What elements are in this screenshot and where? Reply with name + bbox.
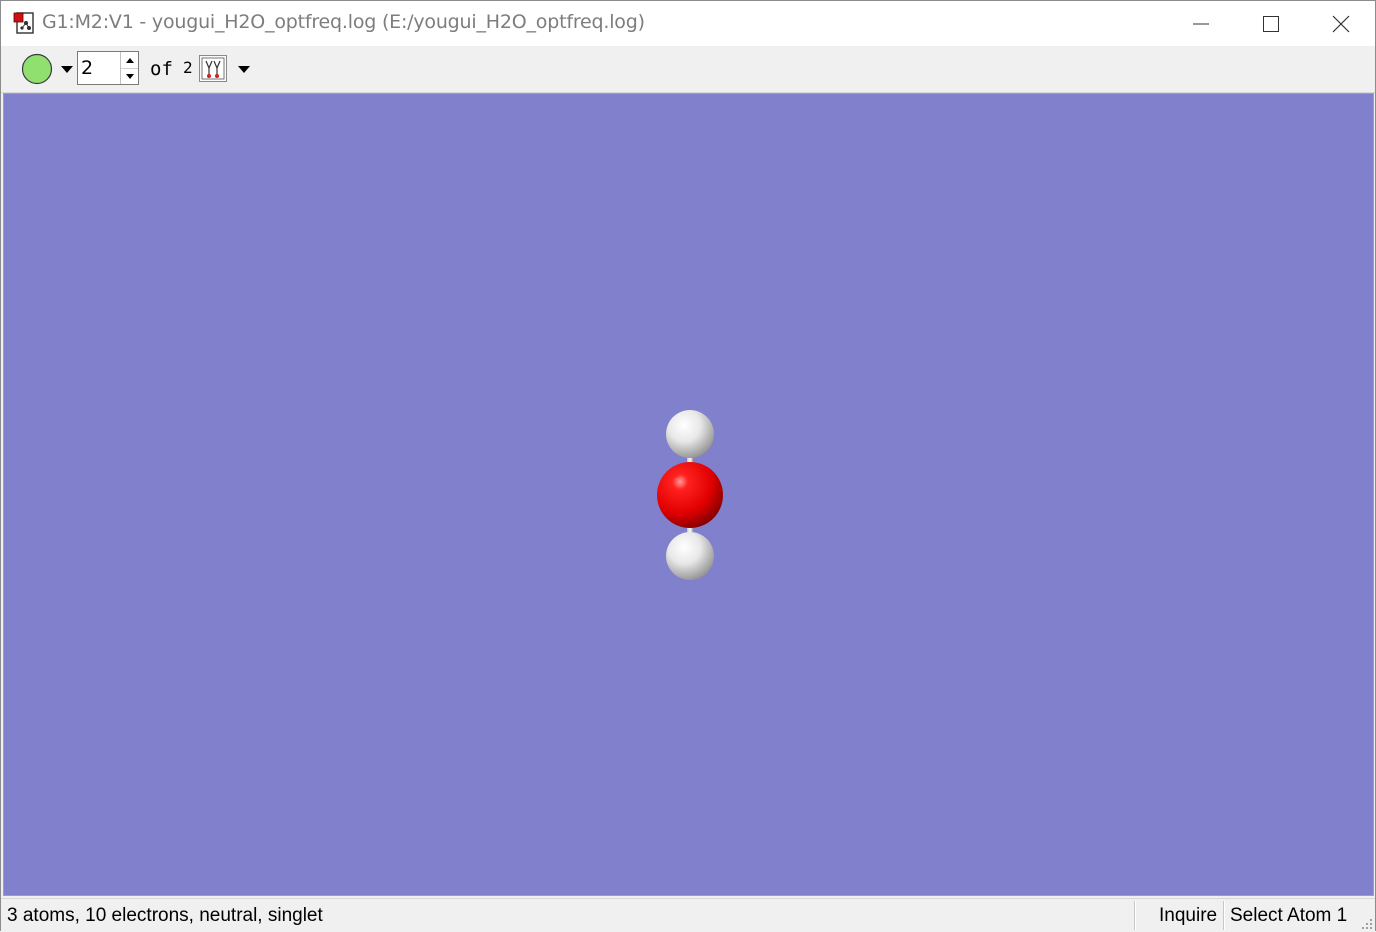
title-bar[interactable]: G1:M2:V1 - yougui_H2O_optfreq.log (E:/yo… (1, 1, 1375, 46)
status-divider (1223, 901, 1225, 930)
minimize-icon (1193, 23, 1209, 24)
toolbar: of 2 (1, 46, 1375, 93)
spin-up-button[interactable] (121, 52, 138, 69)
status-bar: 3 atoms, 10 electrons, neutral, singlet … (1, 898, 1375, 932)
hydrogen-atom-2[interactable] (666, 532, 714, 580)
total-structures: 2 (183, 58, 193, 77)
mouse-mode: Inquire (1159, 905, 1218, 926)
animation-dropdown-arrow[interactable] (238, 66, 250, 73)
molecule-canvas[interactable] (4, 94, 1373, 895)
minimize-button[interactable] (1167, 1, 1235, 46)
maximize-button[interactable] (1237, 1, 1305, 46)
hydrogen-atom-1[interactable] (666, 410, 714, 458)
animation-icon (201, 57, 225, 80)
oxygen-atom[interactable] (657, 462, 723, 528)
application-window: G1:M2:V1 - yougui_H2O_optfreq.log (E:/yo… (0, 0, 1376, 932)
spin-down-icon (125, 73, 134, 79)
status-divider (1134, 901, 1136, 930)
resize-grip-icon[interactable] (1361, 918, 1373, 930)
structure-spinbox[interactable] (77, 51, 139, 85)
close-button[interactable] (1307, 1, 1375, 46)
document-molecule-icon (13, 12, 34, 34)
spin-up-icon (125, 57, 134, 63)
of-label: of (150, 58, 173, 80)
window-title: G1:M2:V1 - yougui_H2O_optfreq.log (E:/yo… (42, 11, 645, 33)
spin-buttons (120, 52, 138, 84)
animation-button[interactable] (199, 55, 227, 82)
close-icon (1332, 15, 1350, 32)
structure-number-input[interactable] (81, 56, 121, 80)
maximize-icon (1263, 15, 1279, 32)
molecule-info: 3 atoms, 10 electrons, neutral, singlet (7, 905, 323, 926)
model-dropdown-arrow[interactable] (61, 66, 73, 73)
molecule-viewport[interactable] (3, 93, 1374, 896)
spin-down-button[interactable] (121, 68, 138, 84)
green-circle-icon[interactable] (21, 53, 53, 85)
mouse-action: Select Atom 1 (1230, 905, 1348, 926)
